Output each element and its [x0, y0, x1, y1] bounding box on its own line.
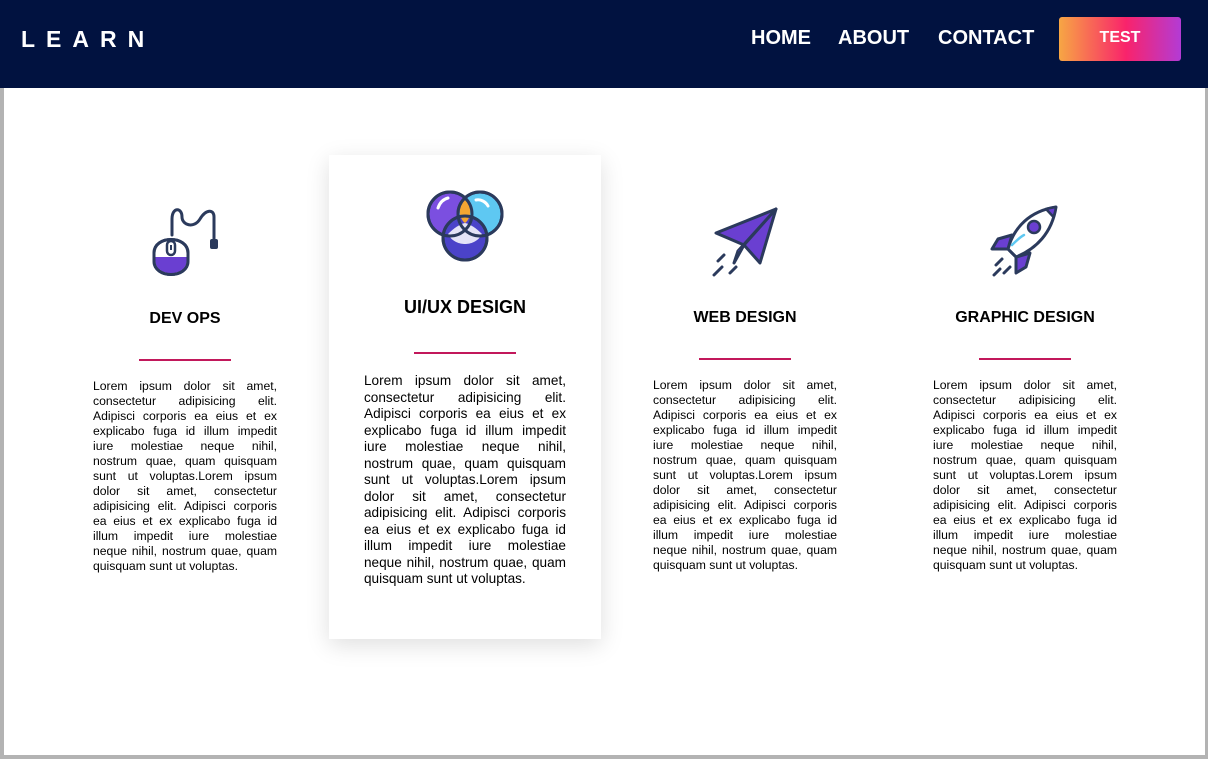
card-divider	[414, 352, 516, 354]
navbar: LEARN HOME ABOUT CONTACT TEST	[0, 0, 1208, 88]
nav-link-contact[interactable]: CONTACT	[938, 27, 1034, 50]
card-divider	[139, 359, 231, 361]
card-divider	[699, 358, 791, 360]
card-text: Lorem ipsum dolor sit amet, consectetur …	[653, 378, 837, 572]
nav-link-home[interactable]: HOME	[751, 27, 811, 50]
service-card-devops: DEV OPS Lorem ipsum dolor sit amet, cons…	[80, 160, 290, 620]
card-text: Lorem ipsum dolor sit amet, consectetur …	[933, 378, 1117, 572]
service-card-uiux: UI/UX DESIGN Lorem ipsum dolor sit amet,…	[329, 155, 601, 639]
card-divider	[979, 358, 1071, 360]
card-title: WEB DESIGN	[693, 309, 797, 326]
service-card-graphicdesign: GRAPHIC DESIGN Lorem ipsum dolor sit ame…	[920, 160, 1130, 620]
paper-plane-icon	[712, 205, 780, 282]
service-card-webdesign: WEB DESIGN Lorem ipsum dolor sit amet, c…	[640, 160, 850, 620]
card-text: Lorem ipsum dolor sit amet, consectetur …	[93, 379, 277, 573]
venn-diagram-icon	[426, 188, 504, 267]
card-title: DEV OPS	[149, 310, 221, 327]
card-title: UI/UX DESIGN	[403, 297, 527, 317]
mouse-icon	[152, 205, 218, 282]
card-title: GRAPHIC DESIGN	[955, 309, 1095, 326]
test-button[interactable]: TEST	[1059, 17, 1181, 61]
nav-link-about[interactable]: ABOUT	[838, 27, 909, 50]
rocket-icon	[990, 205, 1060, 282]
logo[interactable]: LEARN	[21, 26, 155, 53]
card-text: Lorem ipsum dolor sit amet, consectetur …	[364, 373, 566, 586]
